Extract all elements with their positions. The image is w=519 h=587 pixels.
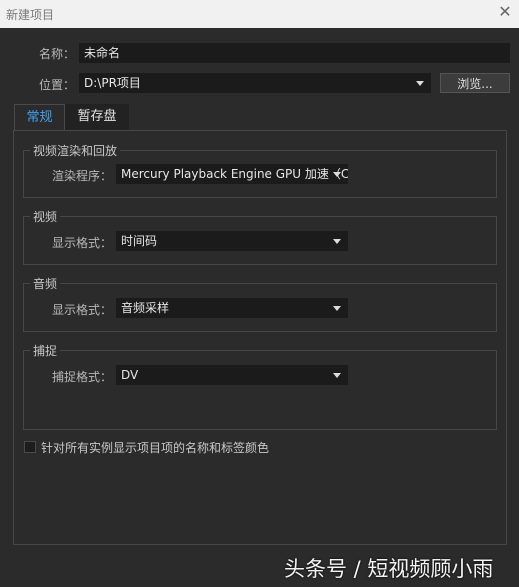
audio-display-format-value: 音频采样: [121, 301, 170, 315]
location-dropdown[interactable]: D:\PR项目: [79, 73, 431, 93]
show-names-checkbox[interactable]: [24, 441, 36, 453]
capture-format-dropdown[interactable]: DV: [116, 365, 348, 385]
title-bar: 新建项目 ✕: [0, 0, 519, 28]
video-legend: 视频: [30, 208, 61, 225]
video-display-format-value: 时间码: [121, 234, 158, 248]
video-display-format-label: 显示格式：: [51, 236, 112, 250]
capture-legend: 捕捉: [30, 342, 61, 359]
audio-legend: 音频: [30, 275, 61, 292]
general-panel: 视频渲染和回放 渲染程序： Mercury Playback Engine GP…: [13, 130, 507, 545]
capture-format-value: DV: [121, 368, 139, 382]
video-display-format-dropdown[interactable]: 时间码: [116, 231, 348, 251]
watermark-text: 头条号 / 短视频顾小雨: [284, 557, 494, 581]
render-legend: 视频渲染和回放: [30, 142, 121, 159]
show-names-label: 针对所有实例显示项目项的名称和标签颜色: [41, 441, 270, 455]
location-label: 位置：: [38, 78, 75, 92]
audio-display-format-label: 显示格式：: [51, 303, 112, 317]
chevron-down-icon: [416, 81, 424, 86]
chevron-down-icon: [333, 239, 341, 244]
project-name-input[interactable]: [79, 43, 510, 63]
tab-general[interactable]: 常规: [14, 104, 65, 130]
close-icon[interactable]: ✕: [497, 3, 513, 21]
chevron-down-icon: [333, 373, 341, 378]
window-title: 新建项目: [6, 8, 55, 22]
audio-group: 音频 显示格式： 音频采样: [23, 275, 497, 332]
renderer-label: 渲染程序：: [51, 169, 112, 183]
tab-scratch-disks[interactable]: 暂存盘: [65, 104, 129, 130]
capture-group: 捕捉 捕捉格式： DV: [23, 342, 497, 430]
render-group: 视频渲染和回放 渲染程序： Mercury Playback Engine GP…: [23, 142, 497, 198]
name-label: 名称：: [38, 47, 75, 61]
capture-format-label: 捕捉格式：: [51, 370, 112, 384]
browse-button[interactable]: 浏览...: [440, 73, 510, 93]
location-value: D:\PR项目: [84, 76, 141, 90]
chevron-down-icon: [333, 306, 341, 311]
chevron-down-icon: [333, 172, 341, 177]
video-group: 视频 显示格式： 时间码: [23, 208, 497, 265]
audio-display-format-dropdown[interactable]: 音频采样: [116, 298, 348, 318]
renderer-value: Mercury Playback Engine GPU 加速（CUDA: [121, 167, 348, 181]
renderer-dropdown[interactable]: Mercury Playback Engine GPU 加速（CUDA: [116, 164, 348, 184]
